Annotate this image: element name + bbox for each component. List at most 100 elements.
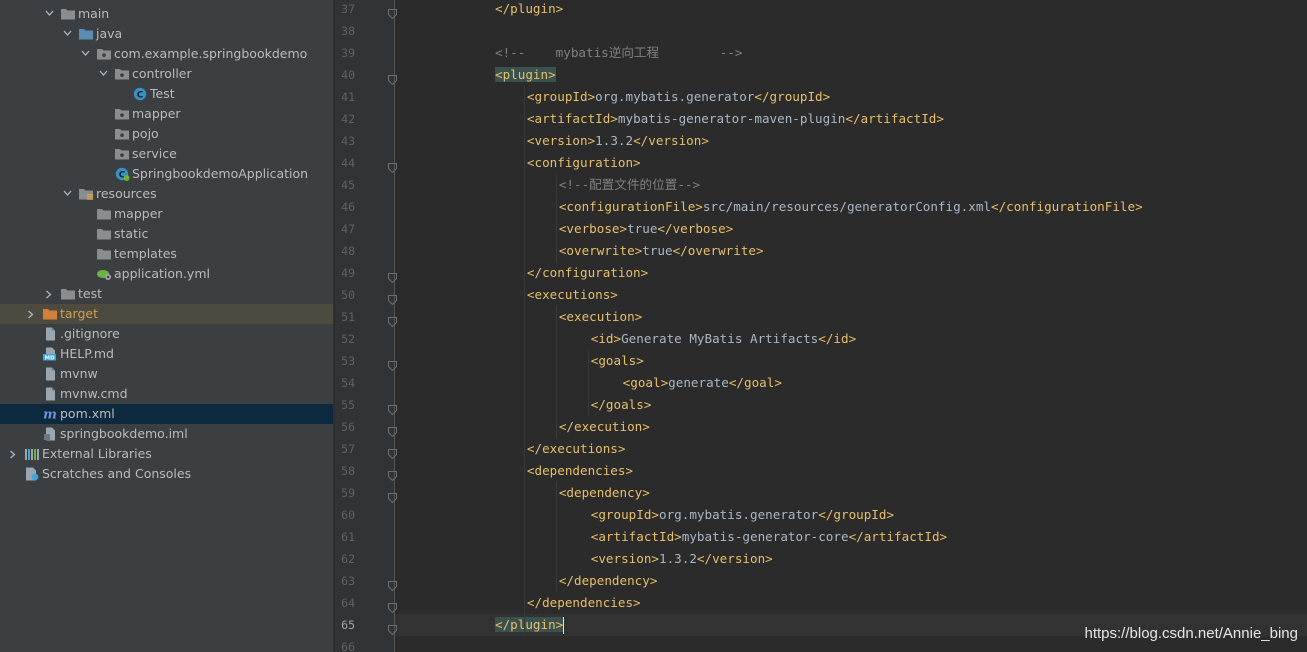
code-line[interactable]: </execution> — [395, 416, 1307, 438]
code-line[interactable]: <version>1.3.2</version> — [395, 548, 1307, 570]
line-number: 60 — [341, 508, 355, 522]
tree-item-test[interactable]: C Test — [0, 84, 333, 104]
fold-marker-icon[interactable] — [388, 598, 397, 614]
xml-tag: </version> — [633, 133, 709, 148]
code-line[interactable]: <verbose>true</verbose> — [395, 218, 1307, 240]
tree-item-target[interactable]: target — [0, 304, 333, 324]
xml-text: mybatis-generator-maven-plugin — [617, 111, 846, 126]
code-line[interactable]: <overwrite>true</overwrite> — [395, 240, 1307, 262]
chevron-right-icon[interactable] — [25, 304, 37, 324]
fold-marker-icon[interactable] — [388, 312, 397, 328]
fold-marker-icon[interactable] — [388, 356, 397, 372]
tree-item-scratches-and-consoles[interactable]: Scratches and Consoles — [0, 464, 333, 484]
code-line[interactable]: <!-- mybatis逆向工程 --> — [395, 42, 1307, 64]
tree-item-external-libraries[interactable]: External Libraries — [0, 444, 333, 464]
tree-item-label: application.yml — [114, 266, 210, 281]
code-line[interactable]: <artifactId>mybatis-generator-maven-plug… — [395, 108, 1307, 130]
code-line[interactable]: <dependency> — [395, 482, 1307, 504]
tree-item-mapper[interactable]: mapper — [0, 204, 333, 224]
code-line[interactable]: </dependency> — [395, 570, 1307, 592]
code-line[interactable]: <dependencies> — [395, 460, 1307, 482]
tree-item-templates[interactable]: templates — [0, 244, 333, 264]
tree-item-label: Scratches and Consoles — [42, 466, 192, 481]
code-line[interactable]: </goals> — [395, 394, 1307, 416]
fold-marker-icon[interactable] — [388, 4, 397, 20]
code-line[interactable]: <executions> — [395, 284, 1307, 306]
code-line[interactable]: </dependencies> — [395, 592, 1307, 614]
xml-tag: <overwrite> — [558, 243, 643, 258]
code-line[interactable]: </executions> — [395, 438, 1307, 460]
tree-item-mvnw-cmd[interactable]: mvnw.cmd — [0, 384, 333, 404]
project-tree-panel[interactable]: main java com.example.springbookdemo contro… — [0, 0, 334, 652]
tree-item-resources[interactable]: resources — [0, 184, 333, 204]
tree-item-help-md[interactable]: MD HELP.md — [0, 344, 333, 364]
code-line[interactable]: <artifactId>mybatis-generator-core</arti… — [395, 526, 1307, 548]
code-line[interactable]: <goals> — [395, 350, 1307, 372]
line-number: 54 — [341, 376, 355, 390]
tree-item-label: static — [114, 226, 149, 241]
chevron-right-icon[interactable] — [43, 284, 55, 304]
fold-marker-icon[interactable] — [388, 488, 397, 504]
code-line[interactable]: <goal>generate</goal> — [395, 372, 1307, 394]
code-line[interactable]: <groupId>org.mybatis.generator</groupId> — [395, 86, 1307, 108]
tree-item-main[interactable]: main — [0, 4, 333, 24]
code-line[interactable]: <execution> — [395, 306, 1307, 328]
tree-item-springbookdemo-iml[interactable]: springbookdemo.iml — [0, 424, 333, 444]
line-number: 49 — [341, 266, 355, 280]
tree-item-service[interactable]: service — [0, 144, 333, 164]
xml-text: src/main/resources/generatorConfig.xml — [702, 199, 992, 214]
tree-item-gitignore[interactable]: .gitignore — [0, 324, 333, 344]
chevron-down-icon[interactable] — [61, 184, 73, 204]
code-line[interactable]: <version>1.3.2</version> — [395, 130, 1307, 152]
fold-marker-icon[interactable] — [388, 268, 397, 284]
xml-tag: </execution> — [558, 419, 650, 434]
tree-item-pom-xml[interactable]: m pom.xml — [0, 404, 333, 424]
chevron-down-icon[interactable] — [61, 24, 73, 44]
chevron-right-icon[interactable] — [7, 444, 19, 464]
code-line[interactable]: </plugin> — [395, 0, 1307, 20]
line-number: 56 — [341, 420, 355, 434]
tree-item-application-yml[interactable]: application.yml — [0, 264, 333, 284]
fold-marker-icon[interactable] — [388, 466, 397, 482]
code-line[interactable]: <groupId>org.mybatis.generator</groupId> — [395, 504, 1307, 526]
line-number: 38 — [341, 24, 355, 38]
code-line[interactable]: <configurationFile>src/main/resources/ge… — [395, 196, 1307, 218]
chevron-down-icon[interactable] — [97, 64, 109, 84]
fold-marker-icon[interactable] — [388, 400, 397, 416]
class-icon: C — [132, 87, 148, 101]
fold-marker-icon[interactable] — [388, 444, 397, 460]
xml-tag: <configuration> — [526, 155, 641, 170]
tree-item-static[interactable]: static — [0, 224, 333, 244]
code-line[interactable]: <plugin> — [395, 64, 1307, 86]
chevron-down-icon[interactable] — [79, 44, 91, 64]
fold-marker-icon[interactable] — [388, 620, 397, 636]
xml-tag: <groupId> — [526, 89, 596, 104]
chevron-down-icon[interactable] — [43, 4, 55, 24]
tree-item-springbookdemoapplication[interactable]: C SpringbookdemoApplication — [0, 164, 333, 184]
fold-marker-icon[interactable] — [388, 70, 397, 86]
xml-tag: <plugin> — [495, 67, 556, 82]
fold-marker-icon[interactable] — [388, 422, 397, 438]
tree-item-controller[interactable]: controller — [0, 64, 333, 84]
fold-marker-icon[interactable] — [388, 158, 397, 174]
code-line[interactable]: </configuration> — [395, 262, 1307, 284]
tree-item-pojo[interactable]: pojo — [0, 124, 333, 144]
code-line[interactable]: <configuration> — [395, 152, 1307, 174]
code-line[interactable] — [395, 20, 1307, 42]
tree-item-test[interactable]: test — [0, 284, 333, 304]
tree-item-mvnw[interactable]: mvnw — [0, 364, 333, 384]
tree-item-com-example-springbookdemo[interactable]: com.example.springbookdemo — [0, 44, 333, 64]
code-editor[interactable]: 37 38 39 40 41 42 43 44 45 46 47 48 49 50 51 52 53 54 55 56… — [335, 0, 1307, 652]
fold-marker-icon[interactable] — [388, 576, 397, 592]
fold-marker-icon[interactable] — [388, 290, 397, 306]
xml-tag: </groupId> — [754, 89, 831, 104]
tree-item-mapper[interactable]: mapper — [0, 104, 333, 124]
code-line[interactable]: <id>Generate MyBatis Artifacts</id> — [395, 328, 1307, 350]
tree-item-java[interactable]: java — [0, 24, 333, 44]
code-line[interactable]: <!--配置文件的位置--> — [395, 174, 1307, 196]
line-number: 65 — [341, 618, 355, 632]
